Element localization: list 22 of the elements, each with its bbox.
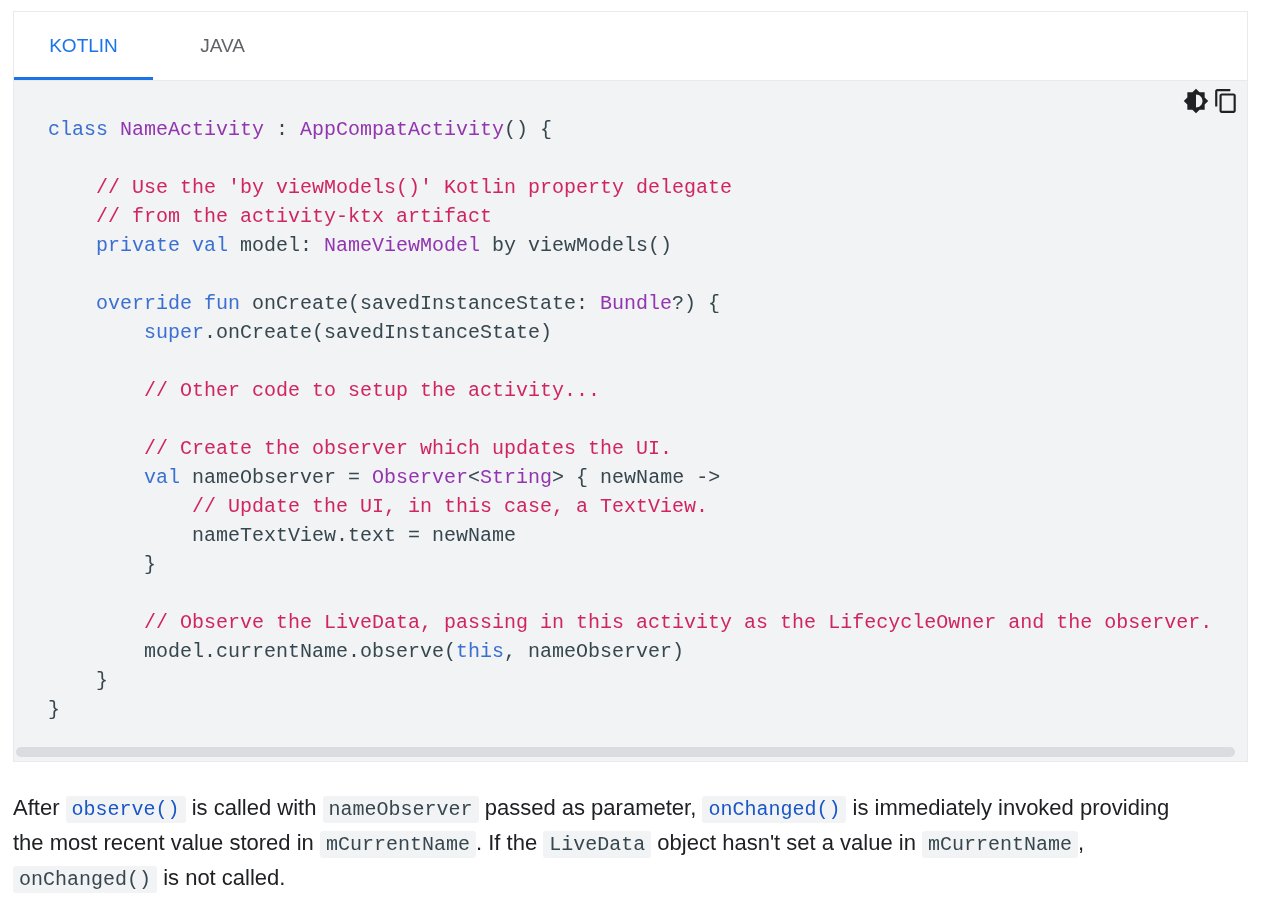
code-line: // Create the observer which updates the UI. [143,436,674,462]
code-line: nameTextView.text = newName [191,523,518,549]
code-line: } [48,697,61,723]
code-line: } [143,552,158,578]
theme-toggle-icon[interactable] [1183,88,1209,114]
code-line: model.currentName.observe(this, nameObserver) [143,639,686,665]
code-line: super.onCreate(savedInstanceState) [143,320,554,346]
language-tab[interactable]: JAVA [153,12,292,80]
code-line: // Use the 'by viewModels()' Kotlin property delegate [95,175,734,201]
paragraph: After observe() is called with nameObserver passed as parameter, onChanged() is immediately invoked providing the most recent value stored in mCurrentName . If the LiveData object hasn't set a value in mCurrentName , onChanged() is not called. [13,794,1171,895]
code-link[interactable]: onChanged() [702,796,847,823]
code-line: private val model: NameViewModel by viewModels() [95,233,674,259]
copy-icon[interactable] [1213,88,1239,114]
code-line: val nameObserver = Observer<String> { newName -> [143,465,722,491]
code-line: // Observe the LiveData, passing in this activity as the LifecycleOwner and the observer. [143,610,1214,636]
code-line: // Update the UI, in this case, a TextView. [191,494,710,520]
code-link[interactable]: observe() [65,796,186,823]
code-line: } [95,668,109,694]
code-line: // Other code to setup the activity... [143,378,602,404]
code-line: // from the activity-ktx artifact [95,204,494,230]
code-line: override fun onCreate(savedInstanceState: Bundle?) { [95,291,722,317]
code-line: class NameActivity : AppCompatActivity() { [48,117,554,143]
